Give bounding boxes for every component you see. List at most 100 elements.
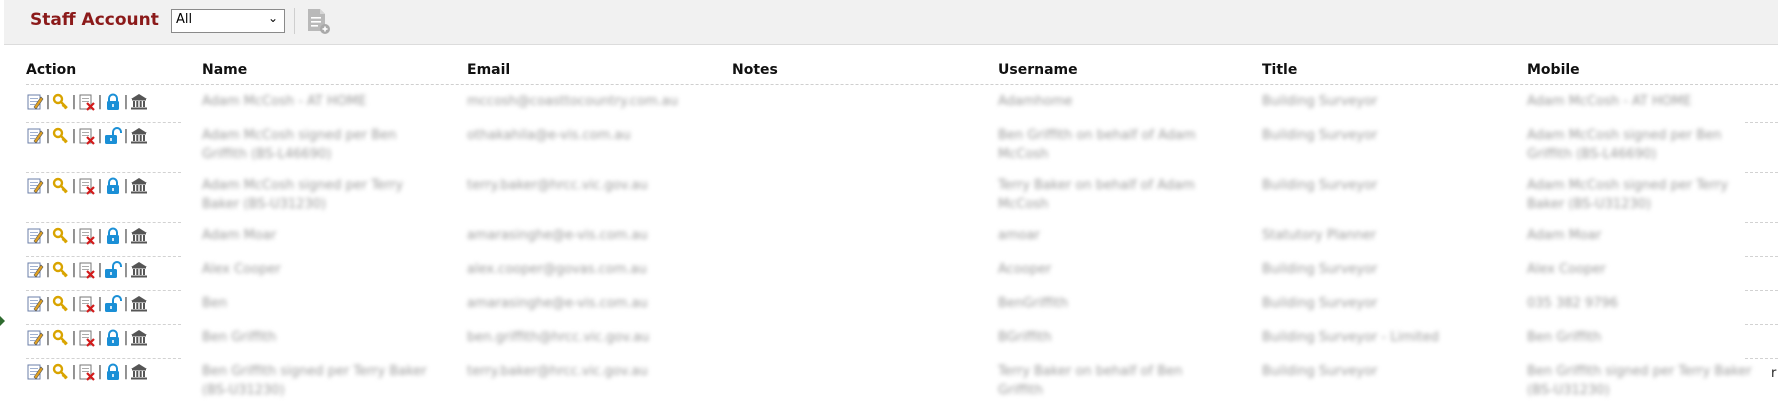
cell-email[interactable]: alex.cooper@govas.com.au xyxy=(467,260,707,279)
edit-icon[interactable] xyxy=(26,127,44,145)
bank-icon[interactable] xyxy=(130,177,148,195)
cell-username: BGriffith xyxy=(998,330,1052,345)
delete-icon[interactable] xyxy=(78,329,96,347)
lock-icon[interactable] xyxy=(104,93,122,111)
row-actions: | | | | xyxy=(26,294,148,314)
action-separator: | xyxy=(71,330,77,346)
unlock-icon[interactable] xyxy=(104,261,122,279)
bank-icon[interactable] xyxy=(130,93,148,111)
row-divider xyxy=(26,222,181,223)
col-header-username[interactable]: Username xyxy=(998,62,1078,78)
cell-title: Building Surveyor - Limited xyxy=(1262,330,1439,345)
edit-icon[interactable] xyxy=(26,227,44,245)
action-separator: | xyxy=(45,178,51,194)
edit-icon[interactable] xyxy=(26,261,44,279)
delete-icon[interactable] xyxy=(78,127,96,145)
action-separator: | xyxy=(45,262,51,278)
row-divider xyxy=(1745,122,1778,123)
row-actions: | | | | xyxy=(26,126,148,146)
bank-icon[interactable] xyxy=(130,127,148,145)
cell-email[interactable]: amarasinghe@e-vis.com.au xyxy=(467,294,707,313)
col-header-email[interactable]: Email xyxy=(467,62,510,78)
delete-icon[interactable] xyxy=(78,227,96,245)
col-header-mobile[interactable]: Mobile xyxy=(1527,62,1580,78)
row-divider xyxy=(1745,222,1778,223)
filter-select-value: All xyxy=(176,12,193,27)
row-divider xyxy=(26,122,181,123)
bank-icon[interactable] xyxy=(130,363,148,381)
delete-icon[interactable] xyxy=(78,177,96,195)
cell-mobile: Adam Moar xyxy=(1527,228,1602,243)
cell-username: Ben Griffith on behalf of Adam McCosh xyxy=(998,128,1196,162)
action-separator: | xyxy=(97,228,103,244)
bank-icon[interactable] xyxy=(130,227,148,245)
cell-mobile: Adam McCosh - AT HOME xyxy=(1527,94,1692,109)
cell-email[interactable]: amarasinghe@e-vis.com.au xyxy=(467,226,707,245)
chevron-down-icon: ⌄ xyxy=(267,11,278,25)
unlock-icon[interactable] xyxy=(104,295,122,313)
lock-icon[interactable] xyxy=(104,329,122,347)
action-separator: | xyxy=(45,228,51,244)
key-icon[interactable] xyxy=(52,227,70,245)
cell-email[interactable]: ben.griffith@hrcc.vic.gov.au xyxy=(467,328,707,347)
filter-select[interactable]: All ⌄ xyxy=(171,9,285,33)
row-actions: | | | | xyxy=(26,92,148,112)
cell-title: Building Surveyor xyxy=(1262,94,1378,109)
action-separator: | xyxy=(45,94,51,110)
col-header-action: Action xyxy=(26,62,77,78)
delete-icon[interactable] xyxy=(78,261,96,279)
key-icon[interactable] xyxy=(52,93,70,111)
edit-icon[interactable] xyxy=(26,363,44,381)
cell-email[interactable]: terry.baker@hrcc.vic.gov.au xyxy=(467,362,707,381)
col-header-name[interactable]: Name xyxy=(202,62,247,78)
cell-username: BenGriffith xyxy=(998,296,1069,311)
row-divider xyxy=(1745,256,1778,257)
delete-icon[interactable] xyxy=(78,93,96,111)
key-icon[interactable] xyxy=(52,363,70,381)
cell-email[interactable]: mccosh@coasttocountry.com.au xyxy=(467,92,707,111)
cell-name: Adam McCosh signed per Terry Baker (BS-U… xyxy=(202,178,404,212)
bank-icon[interactable] xyxy=(130,261,148,279)
action-separator: | xyxy=(97,262,103,278)
edit-icon[interactable] xyxy=(26,177,44,195)
row-divider xyxy=(1745,324,1778,325)
cell-username: Terry Baker on behalf of Adam McCosh xyxy=(998,178,1195,212)
col-header-title[interactable]: Title xyxy=(1262,62,1297,78)
delete-icon[interactable] xyxy=(78,295,96,313)
action-separator: | xyxy=(97,330,103,346)
edit-icon[interactable] xyxy=(26,329,44,347)
cell-name: Adam McCosh - AT HOME xyxy=(202,94,367,109)
action-separator: | xyxy=(45,330,51,346)
cell-title: Statutory Planner xyxy=(1262,228,1377,243)
key-icon[interactable] xyxy=(52,329,70,347)
lock-icon[interactable] xyxy=(104,227,122,245)
key-icon[interactable] xyxy=(52,295,70,313)
cell-name: Adam McCosh signed per Ben Griffith (BS-… xyxy=(202,128,397,162)
edit-icon[interactable] xyxy=(26,295,44,313)
table-header: Action Name Email Notes Username Title M… xyxy=(0,62,1778,80)
row-divider xyxy=(26,324,181,325)
row-divider xyxy=(1745,358,1778,359)
bank-icon[interactable] xyxy=(130,329,148,347)
row-actions: | | | | xyxy=(26,176,148,196)
cell-username: Adamhome xyxy=(998,94,1073,109)
row-actions: | | | | xyxy=(26,328,148,348)
lock-icon[interactable] xyxy=(104,363,122,381)
row-actions: | | | | xyxy=(26,362,148,382)
edit-icon[interactable] xyxy=(26,93,44,111)
col-header-notes[interactable]: Notes xyxy=(732,62,778,78)
cell-email[interactable]: terry.baker@hrcc.vic.gov.au xyxy=(467,176,707,195)
key-icon[interactable] xyxy=(52,177,70,195)
bank-icon[interactable] xyxy=(130,295,148,313)
lock-icon[interactable] xyxy=(104,177,122,195)
action-separator: | xyxy=(123,330,129,346)
delete-icon[interactable] xyxy=(78,363,96,381)
action-separator: | xyxy=(97,128,103,144)
cell-mobile: Ben Griffith signed per Terry Baker (BS-… xyxy=(1527,364,1752,398)
unlock-icon[interactable] xyxy=(104,127,122,145)
key-icon[interactable] xyxy=(52,261,70,279)
cell-email[interactable]: othakahila@e-vis.com.au xyxy=(467,126,707,145)
document-add-icon[interactable] xyxy=(305,7,331,35)
action-separator: | xyxy=(97,94,103,110)
key-icon[interactable] xyxy=(52,127,70,145)
